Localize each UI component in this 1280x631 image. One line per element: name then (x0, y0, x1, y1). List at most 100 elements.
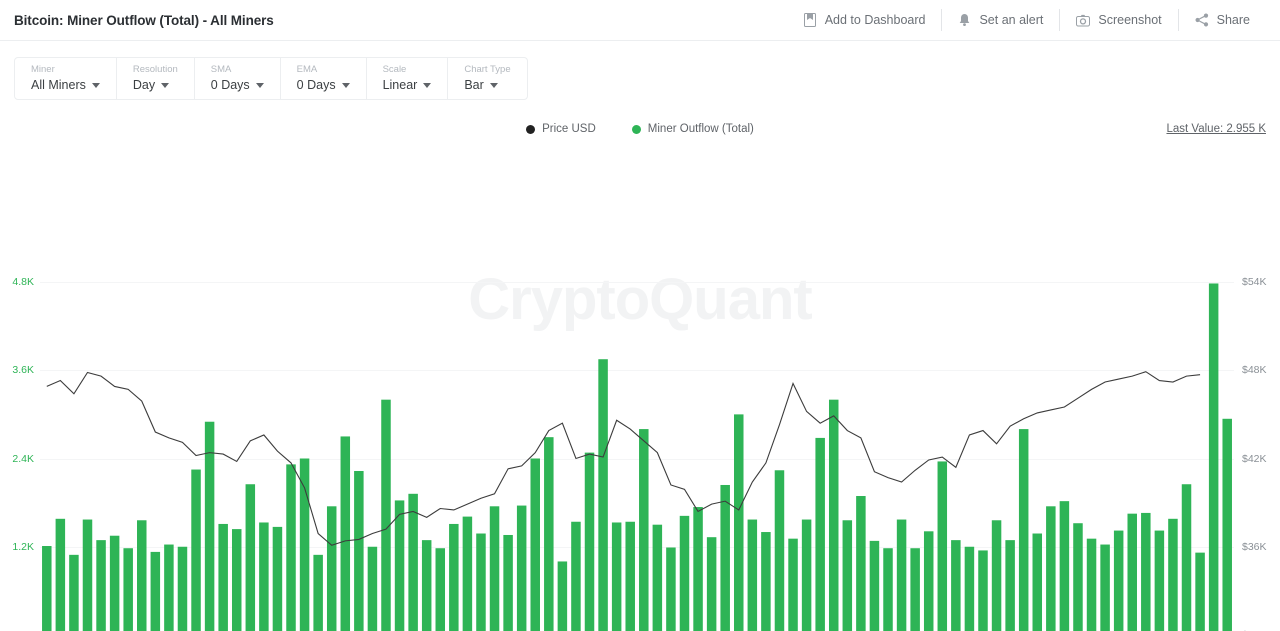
chart-bar[interactable] (476, 533, 486, 631)
resolution-dropdown[interactable]: Resolution Day (115, 58, 194, 99)
chart-bar[interactable] (530, 458, 540, 631)
chart-bar[interactable] (964, 546, 975, 631)
ema-dropdown[interactable]: EMA 0 Days (279, 58, 366, 99)
chart-bar[interactable] (462, 516, 473, 631)
chart-bar[interactable] (82, 519, 93, 631)
chart-bar[interactable] (408, 493, 418, 631)
chart-bar[interactable] (611, 522, 622, 631)
chart-bar[interactable] (69, 554, 79, 631)
chart-bar[interactable] (598, 359, 608, 631)
share-button[interactable]: Share (1177, 9, 1266, 31)
chart-bar[interactable] (788, 538, 798, 631)
chart-bar[interactable] (367, 546, 378, 631)
sma-dropdown[interactable]: SMA 0 Days (193, 58, 280, 99)
chart-bar[interactable] (544, 437, 554, 631)
chart-bar[interactable] (435, 548, 446, 631)
chart-bar[interactable] (164, 544, 174, 631)
chart-bar[interactable] (951, 540, 961, 631)
chart-bar[interactable] (1100, 544, 1110, 631)
chart-bar[interactable] (326, 506, 337, 631)
chart-bar[interactable] (978, 550, 988, 631)
chart-bar[interactable] (55, 518, 66, 631)
set-alert-button[interactable]: Set an alert (941, 9, 1059, 31)
chart-bar[interactable] (828, 399, 839, 631)
chart-bar[interactable] (272, 526, 283, 631)
chart-bar[interactable] (842, 520, 853, 631)
chart-bar[interactable] (1113, 530, 1124, 631)
chart-bar[interactable] (299, 458, 310, 631)
chart-bar[interactable] (503, 534, 513, 631)
chart-bar[interactable] (734, 414, 744, 631)
screenshot-button[interactable]: Screenshot (1059, 9, 1177, 31)
chart-bar[interactable] (991, 520, 1002, 631)
chart-bar[interactable] (923, 531, 934, 631)
legend-item-miner-outflow[interactable]: Miner Outflow (Total) (631, 123, 754, 135)
chart-bar[interactable] (150, 551, 161, 631)
chart-bar[interactable] (801, 519, 812, 631)
chart-bar[interactable] (869, 540, 880, 631)
chart-bar[interactable] (1141, 512, 1151, 631)
chart-bar[interactable] (652, 524, 663, 631)
chart-bar[interactable] (625, 521, 635, 631)
chart-bar[interactable] (1127, 513, 1137, 631)
chart-bar[interactable] (1032, 533, 1043, 631)
miner-dropdown[interactable]: Miner All Miners (15, 58, 116, 99)
chart-bar[interactable] (883, 548, 893, 631)
chart-bar[interactable] (1181, 484, 1192, 631)
chart-bar[interactable] (354, 471, 364, 631)
chart-bar[interactable] (1154, 530, 1165, 631)
legend-item-price-usd[interactable]: Price USD (526, 123, 596, 135)
chart-bar[interactable] (245, 484, 256, 631)
chart-bar[interactable] (381, 399, 391, 631)
chart-bar[interactable] (1222, 418, 1232, 631)
chart-bar[interactable] (1046, 506, 1056, 631)
chart-bar[interactable] (584, 452, 595, 631)
chart-bar[interactable] (191, 469, 201, 631)
scale-dropdown[interactable]: Scale Linear (365, 58, 448, 99)
chart-bar[interactable] (896, 519, 907, 631)
chart-bar[interactable] (1195, 552, 1205, 631)
chart-bar[interactable] (259, 522, 269, 631)
chart-bar[interactable] (937, 461, 948, 631)
chart-bar[interactable] (747, 519, 758, 631)
chart-bar[interactable] (313, 554, 323, 631)
chart-type-dropdown[interactable]: Chart Type Bar (447, 58, 526, 99)
chart-bar[interactable] (394, 500, 405, 631)
chart-bar[interactable] (137, 520, 147, 631)
chart-bar[interactable] (774, 470, 785, 631)
chart-bar[interactable] (1086, 538, 1097, 631)
chart-bar[interactable] (679, 515, 690, 631)
chart-plot[interactable] (0, 138, 1280, 631)
chart-bar[interactable] (706, 537, 717, 631)
chart-bar[interactable] (42, 546, 52, 631)
chart-bar[interactable] (489, 506, 500, 631)
chart-bar[interactable] (1018, 429, 1029, 631)
chart-bar[interactable] (693, 507, 703, 631)
chart-bar[interactable] (1208, 283, 1219, 631)
chart-bar[interactable] (516, 505, 527, 631)
chart-bar[interactable] (96, 540, 106, 631)
chart-bar[interactable] (286, 464, 296, 631)
chart-bar[interactable] (856, 496, 866, 631)
chart-bar[interactable] (218, 523, 228, 631)
chart-bar[interactable] (666, 547, 676, 631)
chart-bar[interactable] (1059, 501, 1070, 631)
chart-bar[interactable] (910, 548, 920, 631)
chart-bar[interactable] (177, 546, 188, 631)
chart-bar[interactable] (639, 429, 649, 631)
chart-bar[interactable] (571, 521, 581, 631)
chart-bar[interactable] (421, 540, 432, 631)
chart-bar[interactable] (123, 548, 133, 631)
chart-bar[interactable] (815, 437, 825, 631)
chart-bar[interactable] (231, 529, 242, 631)
chart-bar[interactable] (557, 561, 568, 631)
chart-bar[interactable] (1005, 540, 1015, 631)
last-value-readout[interactable]: Last Value: 2.955 K (1166, 123, 1266, 135)
chart-bar[interactable] (1168, 518, 1178, 631)
chart-bar[interactable] (720, 484, 730, 631)
chart-bar[interactable] (449, 523, 459, 631)
add-to-dashboard-button[interactable]: Add to Dashboard (788, 9, 942, 31)
chart-bar[interactable] (109, 535, 120, 631)
chart-bar[interactable] (340, 436, 351, 631)
chart-bar[interactable] (1073, 523, 1083, 631)
